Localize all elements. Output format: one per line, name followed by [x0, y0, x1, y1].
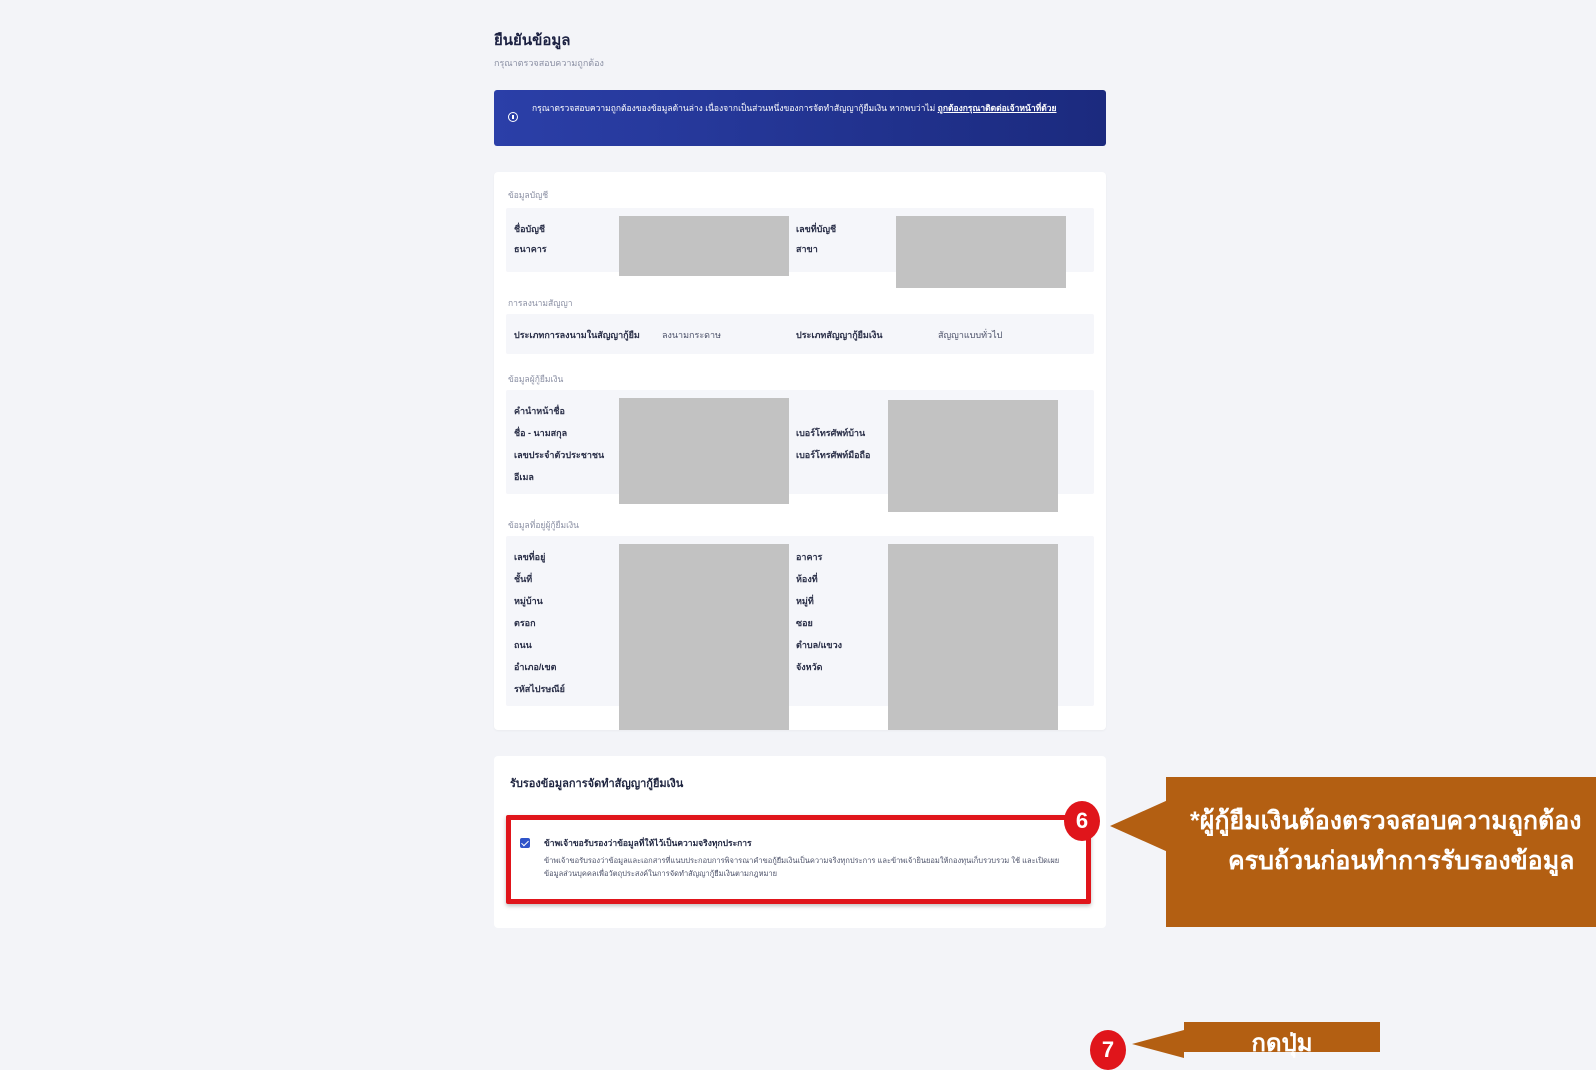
section-label-address: ข้อมูลที่อยู่ผู้กู้ยืมเงิน	[508, 520, 579, 530]
field-label: หมู่บ้าน	[514, 596, 543, 606]
field-label: ชื่อบัญชี	[514, 224, 546, 234]
callout-arrow	[1132, 1030, 1184, 1058]
contract-row: ประเภทการลงนามในสัญญากู้ยืม ลงนามกระดาษ …	[506, 314, 1094, 354]
field-label: คำนำหน้าชื่อ	[514, 406, 565, 416]
field-label: ประเภทสัญญากู้ยืมเงิน	[796, 330, 883, 340]
info-icon	[508, 112, 518, 122]
field-label: ซอย	[796, 618, 813, 628]
field-label: ชั้นที่	[514, 574, 533, 584]
field-label: ประเภทการลงนามในสัญญากู้ยืม	[514, 330, 640, 340]
field-label: ธนาคาร	[514, 244, 547, 254]
step-6-badge: 6	[1064, 801, 1100, 841]
field-label: เบอร์โทรศัพท์บ้าน	[796, 428, 866, 438]
field-label: ตรอก	[514, 618, 536, 628]
section-label-borrower: ข้อมูลผู้กู้ยืมเงิน	[508, 374, 564, 384]
press-button-callout: กดปุ่ม	[1184, 1022, 1380, 1057]
field-label: อาคาร	[796, 552, 823, 562]
field-label: อีเมล	[514, 472, 534, 482]
instruction-callout: *ผู้กู้ยืมเงินต้องตรวจสอบความถูกต้อง ครบ…	[1166, 777, 1596, 927]
confirm-checkbox[interactable]	[520, 838, 530, 848]
confirm-checkbox-label[interactable]: ข้าพเจ้าขอรับรองว่าข้อมูลที่ให้ไว้เป็นคว…	[544, 836, 752, 850]
data-summary-card: ข้อมูลบัญชี ชื่อบัญชี ธนาคาร เลขที่บัญชี…	[494, 172, 1106, 730]
callout-line-1: *ผู้กู้ยืมเงินต้องตรวจสอบความถูกต้อง	[1190, 807, 1582, 835]
field-value: สัญญาแบบทั่วไป	[938, 330, 1003, 340]
field-label: ถนน	[514, 640, 532, 650]
field-label: สาขา	[796, 244, 818, 254]
field-label: ห้องที่	[796, 574, 818, 584]
confirm-description: ข้าพเจ้าขอรับรองว่าข้อมูลและเอกสารที่แนบ…	[544, 856, 1060, 878]
field-label: เลขที่อยู่	[514, 552, 546, 562]
field-label: เลขที่บัญชี	[796, 224, 837, 234]
info-banner-link[interactable]: ถูกต้องกรุณาติดต่อเจ้าหน้าที่ด้วย	[938, 103, 1057, 113]
field-label: รหัสไปรษณีย์	[514, 684, 565, 694]
field-label: ชื่อ - นามสกุล	[514, 428, 568, 438]
field-label: อำเภอ/เขต	[514, 662, 557, 672]
field-value: ลงนามกระดาษ	[662, 330, 721, 340]
redacted-block	[619, 398, 789, 504]
page-title: ยืนยันข้อมูล	[494, 32, 571, 49]
field-label: จังหวัด	[796, 662, 823, 672]
section-label-account: ข้อมูลบัญชี	[508, 190, 549, 200]
callout-arrow	[1110, 800, 1168, 852]
redacted-block	[619, 216, 789, 276]
redacted-block	[896, 216, 1066, 288]
field-label: เลขประจำตัวประชาชน	[514, 450, 605, 460]
confirm-title: รับรองข้อมูลการจัดทำสัญญากู้ยืมเงิน	[510, 778, 684, 790]
callout-line-2: ครบถ้วนก่อนทำการรับรองข้อมูล	[1228, 847, 1575, 875]
redacted-block	[888, 544, 1058, 730]
field-label: ตำบล/แขวง	[796, 640, 843, 650]
section-label-contract: การลงนามสัญญา	[508, 298, 573, 308]
redacted-block	[888, 400, 1058, 512]
info-banner: กรุณาตรวจสอบความถูกต้องของข้อมูลด้านล่าง…	[494, 90, 1106, 146]
info-banner-text: กรุณาตรวจสอบความถูกต้องของข้อมูลด้านล่าง…	[532, 103, 936, 113]
redacted-block	[619, 544, 789, 730]
page-subtitle: กรุณาตรวจสอบความถูกต้อง	[494, 58, 604, 68]
field-label: เบอร์โทรศัพท์มือถือ	[796, 450, 871, 460]
field-label: หมู่ที่	[796, 596, 814, 606]
step-7-badge: 7	[1090, 1030, 1126, 1070]
